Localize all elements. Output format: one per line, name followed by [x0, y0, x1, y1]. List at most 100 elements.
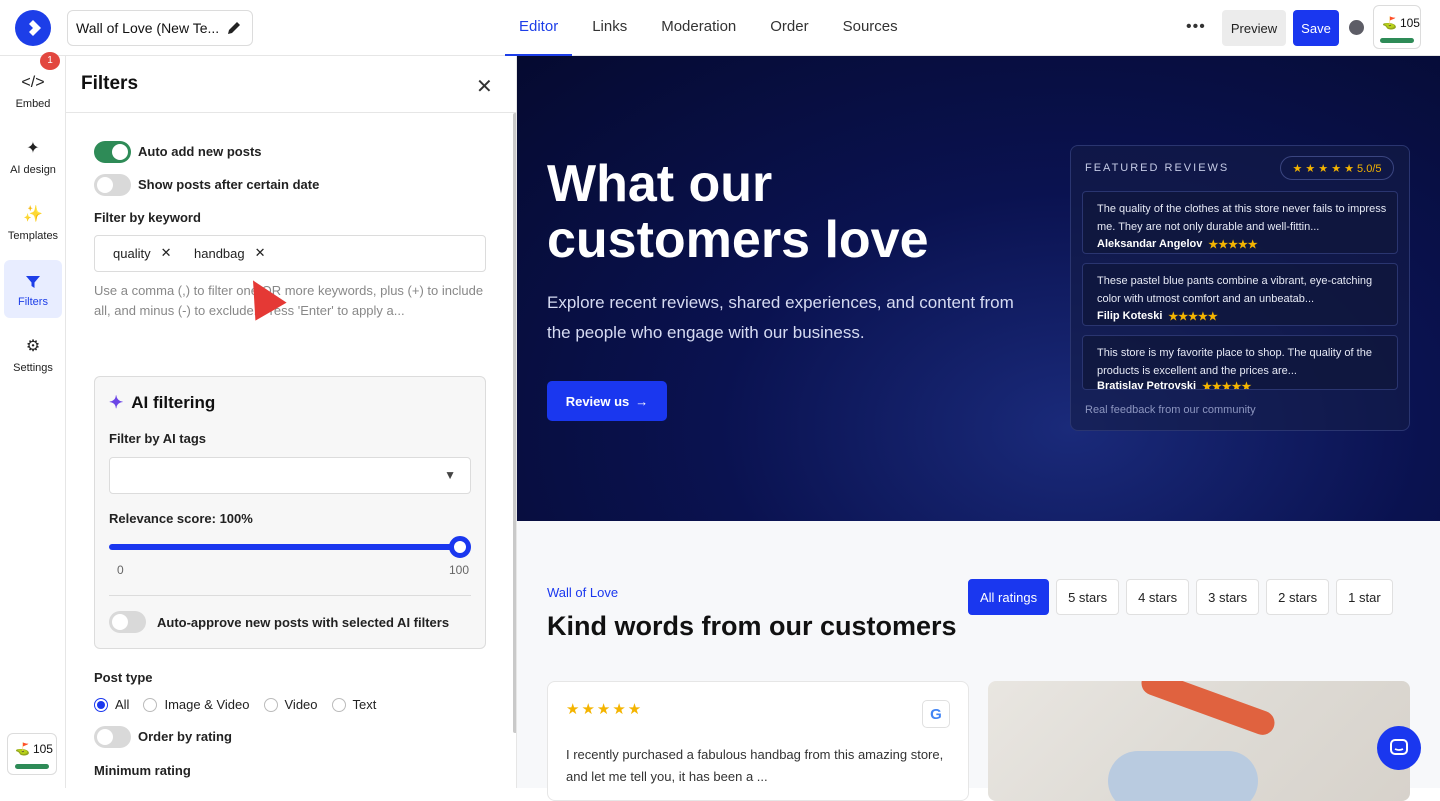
tab-moderation[interactable]: Moderation	[647, 0, 750, 56]
featured-header: FEATURED REVIEWS	[1085, 162, 1230, 174]
wall-kicker: Wall of Love	[547, 585, 619, 600]
main-tabs: Editor Links Moderation Order Sources	[505, 0, 918, 56]
review-text: I recently purchased a fabulous handbag …	[566, 747, 944, 784]
auto-approve-label: Auto-approve new posts with selected AI …	[157, 615, 450, 630]
tab-order[interactable]: Order	[756, 0, 822, 56]
review-author: Aleksandar Angelov	[1097, 238, 1203, 250]
pencil-icon[interactable]	[226, 20, 242, 36]
relevance-slider-track[interactable]	[109, 544, 459, 550]
featured-review[interactable]: These pastel blue pants combine a vibran…	[1082, 263, 1398, 326]
auto-add-label: Auto add new posts	[138, 144, 262, 159]
ai-filtering-box: ✦ AI filtering Filter by AI tags ▼ Relev…	[94, 376, 486, 649]
featured-review[interactable]: The quality of the clothes at this store…	[1082, 191, 1398, 254]
radio-dot	[94, 697, 108, 712]
remove-keyword-icon[interactable]: ✕	[255, 245, 266, 261]
wall-title: Kind words from our customers	[547, 611, 957, 641]
keyword-chip: quality ✕	[113, 245, 171, 261]
review-text: These pastel blue pants combine a vibran…	[1097, 275, 1373, 305]
slider-min-label: 0	[117, 563, 124, 577]
filter-all-ratings[interactable]: All ratings	[968, 579, 1050, 615]
post-type-video[interactable]: Video	[263, 697, 318, 712]
sidebar-item-settings[interactable]: ⚙ Settings	[4, 326, 62, 384]
preview-button[interactable]: Preview	[1222, 10, 1286, 46]
filter-4-stars[interactable]: 4 stars	[1126, 579, 1190, 615]
sidebar-item-embed[interactable]: </> Embed	[4, 62, 62, 120]
rating-stars: ★ ★ ★ ★ ★ 5.0/5	[1292, 162, 1382, 175]
logo-icon	[29, 20, 41, 36]
keyword-chip-label: quality	[113, 245, 151, 261]
ai-filtering-heading: AI filtering	[131, 393, 216, 412]
keyword-label: Filter by keyword	[94, 210, 201, 225]
post-type-image-video[interactable]: Image & Video	[143, 697, 250, 712]
ai-tags-select[interactable]: ▼	[109, 457, 471, 494]
divider	[109, 595, 471, 596]
sidebar-item-label: Settings	[13, 362, 53, 374]
hero-title: What our customers love	[547, 155, 929, 269]
radio-dot	[263, 697, 278, 712]
arrow-right-icon: →	[635, 393, 649, 409]
close-icon[interactable]: ✕	[476, 74, 493, 99]
ai-tags-label: Filter by AI tags	[109, 431, 207, 446]
review-photo[interactable]	[988, 681, 1410, 801]
credits-count: 105	[32, 742, 53, 756]
sidebar-item-filters[interactable]: Filters	[4, 260, 62, 318]
order-by-rating-toggle[interactable]	[94, 726, 131, 748]
review-stars: ★★★★★	[1208, 239, 1258, 251]
review-text: This store is my favorite place to shop.…	[1097, 347, 1372, 377]
credits-icon: ⛳	[1382, 16, 1397, 30]
save-button[interactable]: Save	[1293, 10, 1339, 46]
review-text: The quality of the clothes at this store…	[1097, 203, 1387, 233]
post-type-text[interactable]: Text	[331, 697, 376, 712]
relevance-label: Relevance score: 100%	[109, 511, 253, 526]
radio-label: Image & Video	[164, 697, 250, 712]
widget-title: Wall of Love (New Te...	[76, 20, 220, 36]
auto-add-toggle[interactable]	[94, 141, 131, 163]
sidebar-item-label: AI design	[10, 164, 56, 176]
sidebar-item-ai-design[interactable]: ✦ AI design	[4, 128, 62, 186]
review-us-button[interactable]: Review us →	[547, 381, 667, 421]
top-bar: Wall of Love (New Te... Editor Links Mod…	[0, 0, 1440, 56]
sparkles-icon: ✨	[23, 206, 43, 223]
history-clock-icon[interactable]	[1349, 20, 1364, 35]
radio-dot	[331, 697, 346, 712]
featured-review[interactable]: This store is my favorite place to shop.…	[1082, 335, 1398, 390]
tab-editor[interactable]: Editor	[505, 0, 573, 56]
auto-approve-toggle[interactable]	[109, 611, 146, 633]
ai-sparkle-icon: ✦	[109, 393, 124, 412]
tab-sources[interactable]: Sources	[829, 0, 912, 56]
keyword-input[interactable]: quality ✕ handbag ✕	[94, 235, 486, 272]
order-by-rating-label: Order by rating	[138, 729, 232, 744]
credits-meter[interactable]: ⛳ 105	[1373, 5, 1421, 49]
show-after-date-toggle[interactable]	[94, 174, 131, 196]
widget-title-field[interactable]: Wall of Love (New Te...	[67, 10, 253, 46]
relevance-slider-handle[interactable]	[449, 536, 471, 558]
tab-links[interactable]: Links	[578, 0, 641, 56]
keyword-help-text: Use a comma (,) to filter one OR more ke…	[94, 283, 484, 318]
remove-keyword-icon[interactable]: ✕	[161, 245, 172, 261]
google-icon: G	[922, 700, 950, 728]
review-stars: ★★★★★	[1202, 381, 1252, 390]
filter-3-stars[interactable]: 3 stars	[1196, 579, 1260, 615]
show-after-date-label: Show posts after certain date	[138, 177, 320, 192]
panel-title: Filters	[81, 73, 139, 94]
radio-label: All	[115, 697, 130, 712]
filter-5-stars[interactable]: 5 stars	[1056, 579, 1120, 615]
review-card[interactable]: ★★★★★ G I recently purchased a fabulous …	[547, 681, 969, 801]
embed-notification-badge: 1	[40, 52, 60, 70]
review-us-label: Review us	[565, 393, 630, 409]
sidebar-item-label: Templates	[7, 230, 59, 242]
filter-2-stars[interactable]: 2 stars	[1266, 579, 1330, 615]
post-type-all[interactable]: All	[94, 697, 129, 712]
sidebar-item-templates[interactable]: ✨ Templates	[4, 194, 62, 252]
app-logo[interactable]	[15, 10, 51, 46]
filter-1-star[interactable]: 1 star	[1336, 579, 1393, 615]
more-options-icon[interactable]: •••	[1186, 18, 1206, 36]
chevron-down-icon: ▼	[444, 468, 456, 482]
sidebar-credits-meter[interactable]: ⛳ 105	[7, 733, 57, 775]
featured-score-badge: ★ ★ ★ ★ ★ 5.0/5	[1280, 156, 1394, 180]
review-stars: ★★★★★	[1168, 311, 1218, 323]
wall-section: Wall of Love Kind words from our custome…	[517, 521, 1440, 801]
sidebar-item-label: Embed	[15, 98, 51, 110]
hero-section: What our customers love Explore recent r…	[517, 56, 1440, 521]
chat-launcher-button[interactable]	[1377, 726, 1421, 770]
